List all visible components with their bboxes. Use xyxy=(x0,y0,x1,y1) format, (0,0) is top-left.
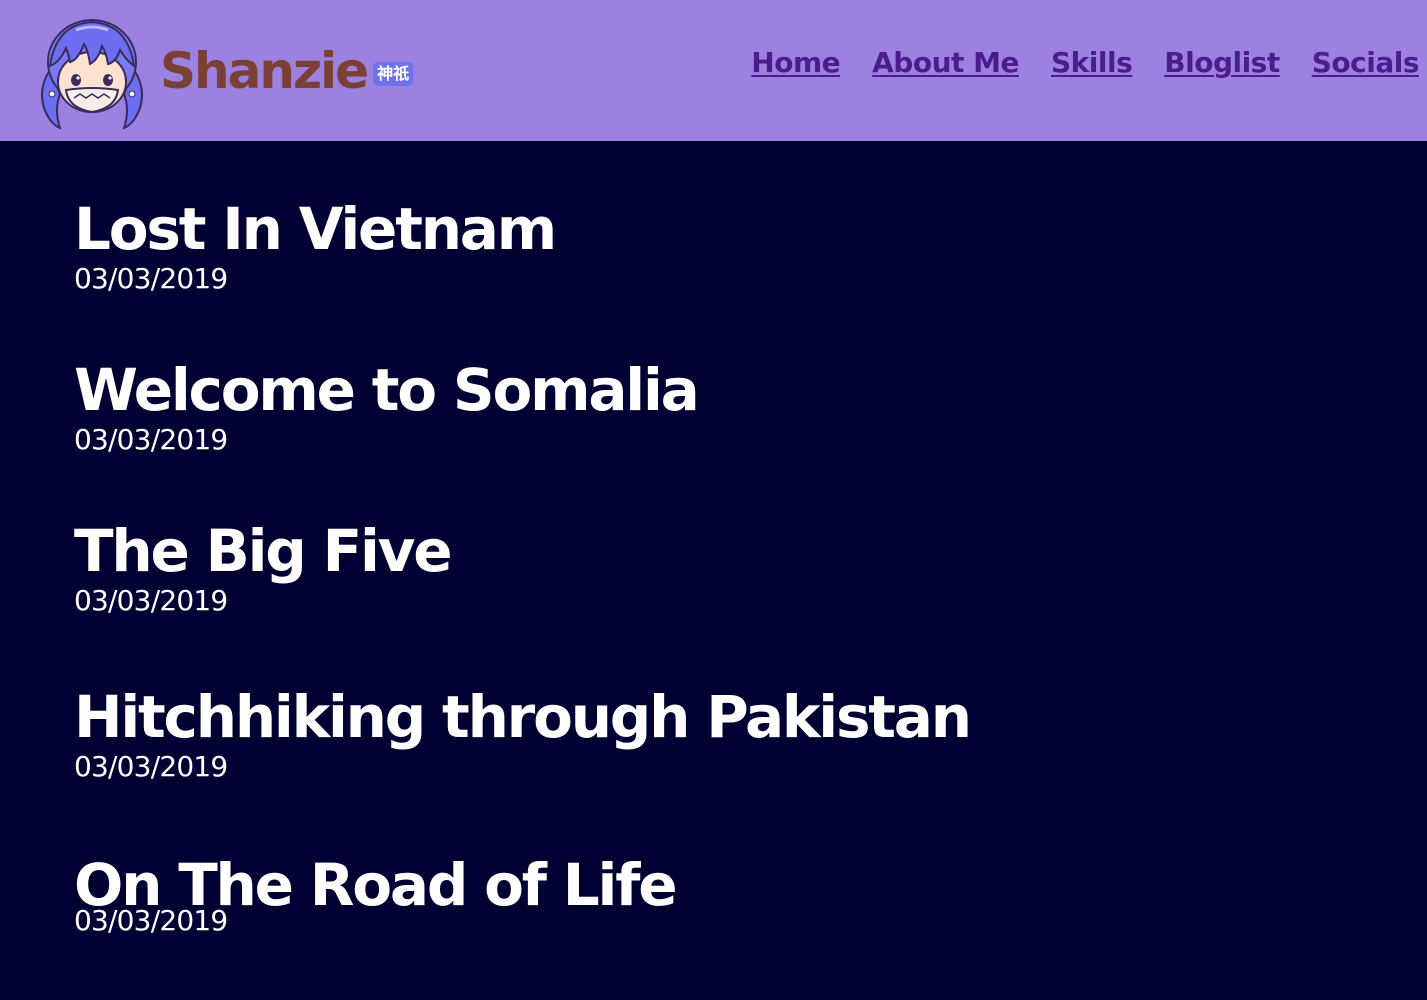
blog-post-title[interactable]: Lost In Vietnam xyxy=(74,196,557,262)
brand-name: Shanzie xyxy=(160,42,369,100)
blog-post-item: On The Road of Life 03/03/2019 xyxy=(74,852,678,938)
blog-post-title[interactable]: The Big Five xyxy=(74,518,453,584)
site-header: Shanzie 神祇 Home About Me Skills Bloglist… xyxy=(0,0,1427,141)
blog-post-date: 03/03/2019 xyxy=(74,423,228,456)
blog-post-item: Hitchhiking through Pakistan 03/03/2019 xyxy=(74,684,972,784)
blog-post-date: 03/03/2019 xyxy=(74,262,228,295)
blog-post-title[interactable]: Welcome to Somalia xyxy=(74,357,700,423)
girl-avatar-icon xyxy=(41,19,143,130)
nav-link-about-me[interactable]: About Me xyxy=(872,46,1019,80)
brand-badge: 神祇 xyxy=(373,62,414,86)
blog-post-date: 03/03/2019 xyxy=(74,584,228,617)
nav-link-socials[interactable]: Socials xyxy=(1312,46,1420,80)
blog-post-item: The Big Five 03/03/2019 xyxy=(74,518,453,618)
blog-post-item: Lost In Vietnam 03/03/2019 xyxy=(74,196,557,296)
blog-post-date: 03/03/2019 xyxy=(74,750,228,783)
blog-post-item: Welcome to Somalia 03/03/2019 xyxy=(74,357,700,457)
nav-link-home[interactable]: Home xyxy=(751,46,840,80)
home-logo-link[interactable]: Shanzie 神祇 xyxy=(36,10,414,132)
main-nav: Home About Me Skills Bloglist Socials xyxy=(751,46,1419,80)
nav-link-skills[interactable]: Skills xyxy=(1051,46,1133,80)
nav-link-bloglist[interactable]: Bloglist xyxy=(1164,46,1280,80)
blog-post-title[interactable]: Hitchhiking through Pakistan xyxy=(74,684,972,750)
